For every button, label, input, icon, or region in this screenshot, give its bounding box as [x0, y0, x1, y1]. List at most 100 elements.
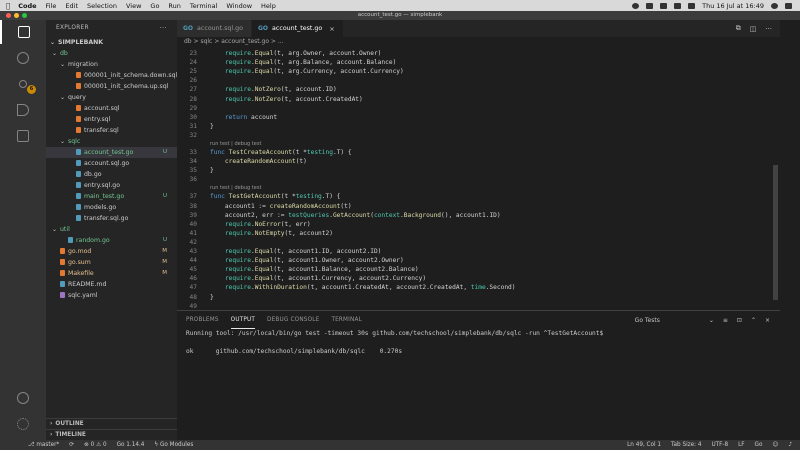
tree-file[interactable]: README.md	[46, 279, 177, 290]
tree-folder[interactable]: ⌄ util	[46, 224, 177, 235]
menu-clock[interactable]: Thu 16 Jul at 16:49	[702, 2, 764, 10]
tree-file[interactable]: Makefile M	[46, 268, 177, 279]
code-line[interactable]: require.Equal(t, account1.Balance, accou…	[210, 265, 419, 274]
tab-problems[interactable]: PROBLEMS	[186, 311, 219, 329]
tree-folder[interactable]: ⌄ query	[46, 92, 177, 103]
apple-icon[interactable]: 	[6, 2, 10, 10]
tab-output[interactable]: OUTPUT	[230, 311, 256, 329]
timeline-section[interactable]: › TIMELINE	[46, 429, 177, 440]
code-line[interactable]: return account	[210, 113, 277, 122]
explorer-icon[interactable]	[0, 20, 46, 44]
menu-view[interactable]: View	[126, 2, 141, 10]
end-of-line[interactable]: LF	[738, 442, 744, 448]
codelens-run-debug[interactable]: run test | debug test	[210, 140, 261, 148]
code-line[interactable]: func TestGetAccount(t *testing.T) {	[210, 192, 340, 201]
volume-icon[interactable]	[660, 2, 668, 9]
menu-app[interactable]: Code	[18, 2, 36, 10]
encoding[interactable]: UTF-8	[711, 442, 728, 448]
tree-file[interactable]: entry.sql.go	[46, 180, 177, 191]
outline-section[interactable]: › OUTLINE	[46, 418, 177, 429]
record-icon[interactable]	[632, 2, 640, 9]
menu-edit[interactable]: Edit	[65, 2, 78, 10]
tab-debug-console[interactable]: DEBUG CONSOLE	[267, 311, 319, 329]
tree-file[interactable]: 000001_init_schema.up.sql	[46, 81, 177, 92]
code-line[interactable]: require.Equal(t, account1.Owner, account…	[210, 256, 404, 265]
tab-account-sql-go[interactable]: GO account.sql.go	[177, 20, 252, 37]
manage-gear-icon[interactable]	[0, 412, 46, 436]
tree-folder[interactable]: ⌄ db	[46, 48, 177, 59]
split-editor-icon[interactable]: ◫	[750, 25, 757, 33]
tab-size[interactable]: Tab Size: 4	[671, 442, 701, 448]
tree-file[interactable]: transfer.sql.go	[46, 213, 177, 224]
code-line[interactable]: require.NotZero(t, account.ID)	[210, 85, 337, 94]
wifi-icon[interactable]	[674, 2, 682, 9]
tree-file[interactable]: sqlc.yaml	[46, 290, 177, 301]
tree-file[interactable]: main_test.go U	[46, 191, 177, 202]
more-actions-icon[interactable]: ···	[765, 25, 772, 33]
sync-icon[interactable]: ⟳	[69, 442, 74, 448]
tab-account-test-go[interactable]: GO account_test.go ×	[252, 20, 344, 37]
code-line[interactable]: require.Equal(t, arg.Owner, account.Owne…	[210, 49, 381, 58]
tree-file[interactable]: go.sum M	[46, 257, 177, 268]
code-line[interactable]: require.NotEmpty(t, account2)	[210, 229, 333, 238]
tree-file[interactable]: random.go U	[46, 235, 177, 246]
feedback-icon[interactable]: ☺	[772, 442, 778, 448]
close-icon[interactable]: ×	[329, 25, 334, 33]
code-line[interactable]: require.NotZero(t, account.CreatedAt)	[210, 95, 363, 104]
notifications-icon[interactable]: ♪	[788, 442, 792, 448]
menu-terminal[interactable]: Terminal	[190, 2, 217, 10]
code-line[interactable]: account2, err := testQueries.GetAccount(…	[210, 211, 501, 220]
output-channel-select[interactable]: Go Tests	[635, 317, 660, 324]
tree-file[interactable]: account.sql	[46, 103, 177, 114]
close-panel-icon[interactable]: ×	[765, 317, 770, 324]
code-line[interactable]: require.Equal(t, account1.Currency, acco…	[210, 274, 426, 283]
menu-file[interactable]: File	[46, 2, 57, 10]
code-line[interactable]: createRandomAccount(t)	[210, 157, 307, 166]
menu-help[interactable]: Help	[261, 2, 276, 10]
menu-run[interactable]: Run	[168, 2, 180, 10]
editor-scrollbar[interactable]	[773, 165, 778, 300]
clear-output-icon[interactable]: ≡	[723, 317, 728, 324]
extensions-icon[interactable]	[0, 124, 46, 148]
lock-scroll-icon[interactable]: ⊡	[737, 317, 742, 324]
chevron-down-icon[interactable]: ⌄	[709, 317, 714, 324]
code-editor[interactable]: 23 require.Equal(t, arg.Owner, account.O…	[177, 47, 772, 310]
code-line[interactable]: }	[210, 166, 214, 175]
siri-icon[interactable]	[771, 2, 778, 9]
code-line[interactable]: require.WithinDuration(t, account1.Creat…	[210, 283, 516, 292]
menu-go[interactable]: Go	[150, 2, 159, 10]
run-debug-icon[interactable]	[0, 98, 46, 122]
codelens-run-debug[interactable]: run test | debug test	[210, 184, 261, 192]
maximize-panel-icon[interactable]: ⌃	[751, 317, 756, 324]
more-actions-icon[interactable]: ···	[159, 24, 167, 32]
code-line[interactable]: require.Equal(t, arg.Balance, account.Ba…	[210, 58, 396, 67]
source-control-icon[interactable]: 6	[0, 72, 46, 96]
code-line[interactable]: require.Equal(t, account1.ID, account2.I…	[210, 247, 381, 256]
menu-selection[interactable]: Selection	[87, 2, 117, 10]
breadcrumb[interactable]: db > sqlc > account_test.go > ...	[177, 37, 780, 47]
close-window-button[interactable]	[6, 13, 11, 18]
code-line[interactable]: func TestCreateAccount(t *testing.T) {	[210, 148, 352, 157]
code-line[interactable]: require.NoError(t, err)	[210, 220, 311, 229]
project-root[interactable]: ⌄ SIMPLEBANK	[46, 37, 177, 48]
tab-terminal[interactable]: TERMINAL	[331, 311, 362, 329]
tree-file[interactable]: transfer.sql	[46, 125, 177, 136]
code-line[interactable]: require.Equal(t, arg.Currency, account.C…	[210, 67, 404, 76]
control-center-icon[interactable]	[785, 2, 792, 9]
go-modules-status[interactable]: ϟ Go Modules	[154, 442, 193, 448]
battery-icon[interactable]	[688, 2, 696, 9]
menu-window[interactable]: Window	[226, 2, 252, 10]
code-line[interactable]: }	[210, 293, 214, 302]
go-version[interactable]: Go 1.14.4	[117, 442, 145, 448]
git-branch[interactable]: ⎇ master*	[28, 442, 59, 448]
cursor-position[interactable]: Ln 49, Col 1	[627, 442, 661, 448]
zoom-window-button[interactable]	[22, 13, 27, 18]
account-icon[interactable]	[0, 386, 46, 410]
tree-file[interactable]: entry.sql	[46, 114, 177, 125]
problems-count[interactable]: ⊗ 0 ⚠ 0	[84, 442, 107, 448]
language-mode[interactable]: Go	[755, 442, 763, 448]
tree-file[interactable]: account_test.go U	[46, 147, 177, 158]
split-compare-icon[interactable]: ⧉	[736, 24, 741, 33]
search-icon[interactable]	[0, 46, 46, 70]
tree-file[interactable]: models.go	[46, 202, 177, 213]
